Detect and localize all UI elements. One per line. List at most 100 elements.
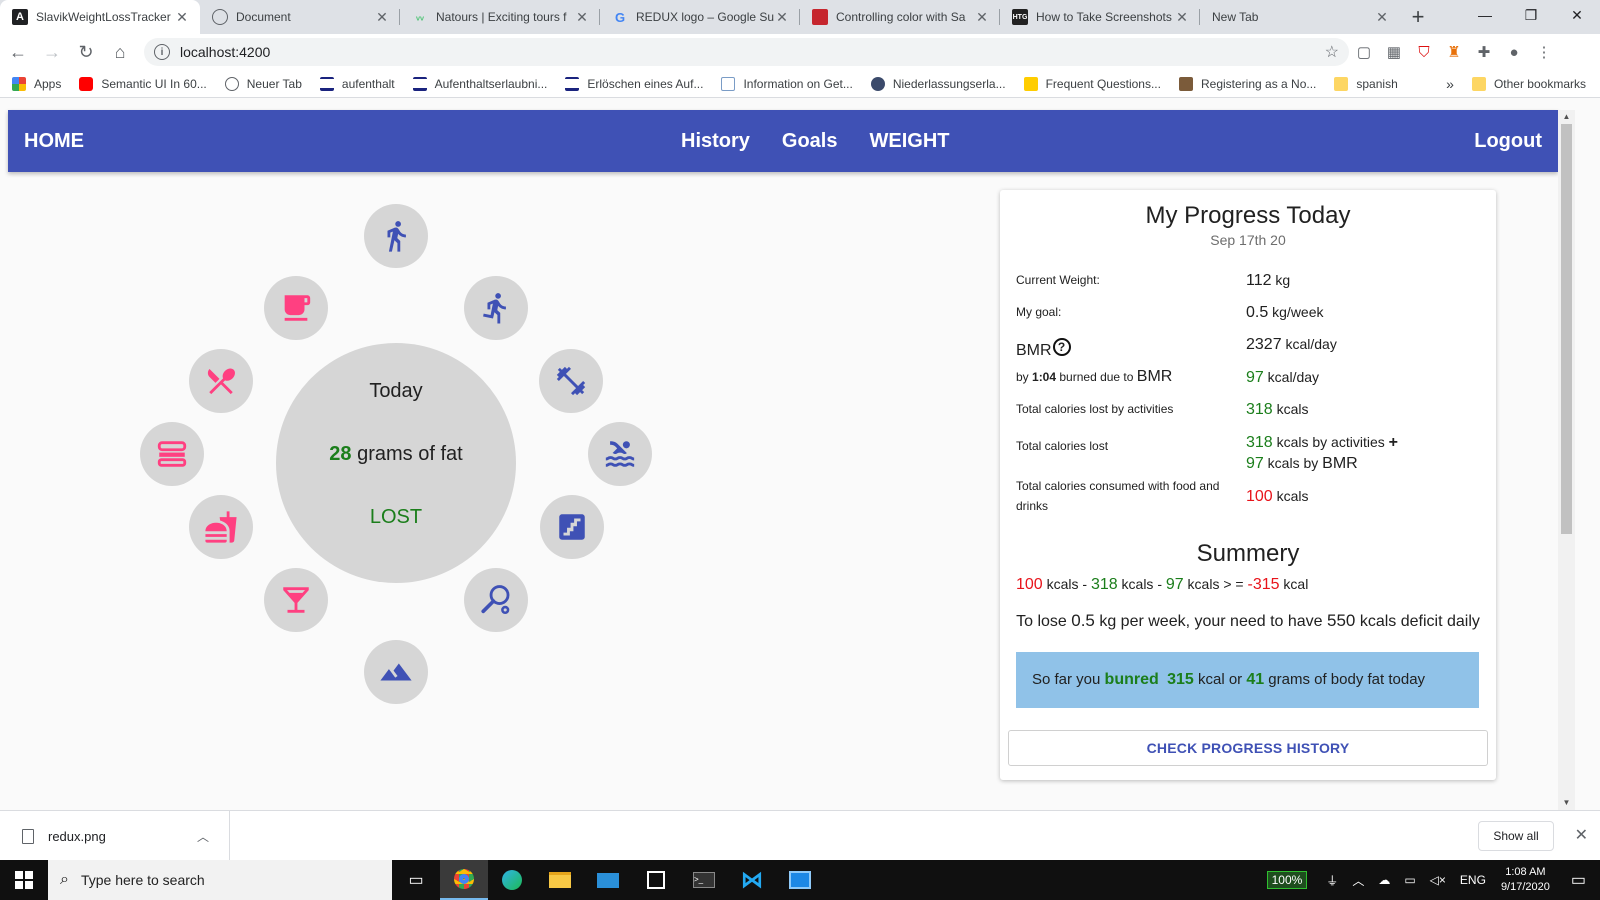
bookmark-item[interactable]: spanish (1334, 76, 1398, 91)
hiking-activity-button[interactable] (364, 640, 428, 704)
tab-close-icon[interactable]: ✕ (1174, 9, 1190, 26)
meal-activity-button[interactable] (140, 422, 204, 486)
shield-icon[interactable]: ⛉ (1409, 37, 1439, 67)
run-activity-button[interactable] (464, 276, 528, 340)
chevron-up-icon[interactable]: ︿ (197, 828, 209, 845)
window-close-icon[interactable]: ✕ (1554, 0, 1600, 30)
battery-indicator[interactable]: 100% (1266, 871, 1308, 889)
nav-goals[interactable]: Goals (782, 130, 838, 153)
page-scrollbar[interactable]: ▲ ▼ (1558, 110, 1575, 810)
swim-activity-button[interactable] (588, 422, 652, 486)
browser-tab[interactable]: Controlling color with Sa ✕ (800, 0, 1000, 34)
clock[interactable]: 1:08 AM 9/17/2020 (1501, 865, 1550, 895)
photos-icon[interactable] (776, 860, 824, 900)
walk-activity-button[interactable] (364, 204, 428, 268)
new-tab-plus-icon[interactable]: + (1400, 0, 1436, 34)
download-item[interactable]: redux.png ︿ (0, 811, 230, 861)
fastfood-icon (205, 511, 237, 543)
tab-close-icon[interactable]: ✕ (974, 9, 990, 26)
text: kcal or (1193, 671, 1247, 688)
tab-close-icon[interactable]: ✕ (574, 9, 590, 26)
taskbar-search[interactable]: ⌕ Type here to search (48, 860, 392, 900)
scroll-down-arrow-icon[interactable]: ▼ (1558, 796, 1575, 810)
edge-icon[interactable] (488, 860, 536, 900)
fastfood-activity-button[interactable] (189, 495, 253, 559)
notifications-icon[interactable]: ▭ (1571, 870, 1586, 890)
tennis-activity-button[interactable] (464, 568, 528, 632)
vscode-icon[interactable]: ⋈ (728, 860, 776, 900)
breakfast-activity-button[interactable] (264, 276, 328, 340)
scroll-up-arrow-icon[interactable]: ▲ (1558, 110, 1575, 124)
menu-kebab-icon[interactable]: ⋮ (1529, 37, 1559, 67)
tab-close-icon[interactable]: ✕ (774, 9, 790, 26)
bookmark-item[interactable]: Frequent Questions... (1023, 76, 1161, 91)
bookmark-item[interactable]: Erlöschen eines Auf... (565, 76, 703, 91)
bookmark-star-icon[interactable]: ☆ (1325, 42, 1339, 62)
windows-start-icon[interactable] (0, 860, 48, 900)
forward-arrow-icon[interactable]: → (36, 36, 68, 68)
bookmark-item[interactable]: Apps (12, 76, 61, 91)
speaker-muted-icon[interactable]: ◁× (1430, 873, 1446, 887)
extension-icon[interactable]: ♜ (1439, 37, 1469, 67)
chevron-up-icon[interactable]: ︿ (1352, 872, 1364, 889)
close-icon[interactable]: ✕ (1575, 825, 1588, 845)
browser-tab[interactable]: G REDUX logo – Google Su ✕ (600, 0, 800, 34)
bookmark-item[interactable]: Neuer Tab (224, 76, 302, 91)
restaurant-activity-button[interactable] (189, 349, 253, 413)
tab-title: Document (236, 10, 291, 24)
home-icon[interactable]: ⌂ (104, 36, 136, 68)
show-all-button[interactable]: Show all (1478, 821, 1554, 851)
address-bar[interactable]: i localhost:4200 ☆ (144, 38, 1349, 66)
tab-close-icon[interactable]: ✕ (174, 9, 190, 26)
gym-activity-button[interactable] (539, 349, 603, 413)
chrome-icon[interactable] (440, 860, 488, 900)
nav-history[interactable]: History (681, 130, 750, 153)
bookmark-item[interactable]: Aufenthaltserlaubni... (412, 76, 548, 91)
bookmark-item[interactable]: Niederlassungserla... (870, 76, 1006, 91)
stairs-activity-button[interactable] (540, 495, 604, 559)
nav-weight[interactable]: WEIGHT (869, 130, 949, 153)
bookmark-label: Aufenthaltserlaubni... (434, 76, 548, 91)
help-circle-icon[interactable]: ? (1052, 338, 1071, 356)
bookmark-item[interactable]: aufenthalt (319, 76, 395, 91)
minimize-icon[interactable]: — (1462, 0, 1508, 30)
bookmark-item[interactable]: Semantic UI In 60... (79, 76, 207, 91)
browser-tab[interactable]: New Tab ✕ (1200, 0, 1400, 34)
bookmarks-overflow-chevron-icon[interactable]: » (1446, 76, 1454, 92)
tab-close-icon[interactable]: ✕ (1374, 9, 1390, 26)
tab-close-icon[interactable]: ✕ (374, 9, 390, 26)
onedrive-cloud-icon[interactable]: ☁ (1378, 873, 1390, 887)
building-icon (319, 76, 334, 91)
mail-icon[interactable] (584, 860, 632, 900)
puzzle-icon[interactable]: ✚ (1469, 37, 1499, 67)
power-plug-icon[interactable]: ⏚ (1326, 872, 1338, 889)
drink-activity-button[interactable] (264, 568, 328, 632)
back-arrow-icon[interactable]: ← (2, 36, 34, 68)
browser-tab[interactable]: HTG How to Take Screenshots ✕ (1000, 0, 1200, 34)
home-link[interactable]: HOME (24, 130, 84, 153)
file-explorer-icon[interactable] (536, 860, 584, 900)
other-bookmarks[interactable]: Other bookmarks (1471, 77, 1586, 91)
site-info-icon[interactable]: i (154, 44, 170, 60)
check-progress-history-button[interactable]: CHECK PROGRESS HISTORY (1008, 730, 1488, 766)
lost-bmr-number: 97 (1246, 455, 1264, 472)
scrollbar-thumb[interactable] (1561, 124, 1572, 534)
extension-icon[interactable]: ▢ (1349, 37, 1379, 67)
bookmark-item[interactable]: Information on Get... (721, 76, 853, 91)
activities-label: Total calories lost by activities (1016, 402, 1174, 416)
task-view-icon[interactable]: ▭ (392, 860, 440, 900)
language-indicator[interactable]: ENG (1460, 873, 1486, 887)
battery-icon[interactable]: ▭ (1404, 873, 1415, 887)
browser-tab[interactable]: Document ✕ (200, 0, 400, 34)
logout-link[interactable]: Logout (1474, 130, 1542, 153)
store-icon[interactable] (632, 860, 680, 900)
url-text: localhost:4200 (180, 44, 271, 60)
reload-icon[interactable]: ↻ (70, 36, 102, 68)
browser-tab[interactable]: ᵥᵥ Natours | Exciting tours f ✕ (400, 0, 600, 34)
extension-icon[interactable]: ▦ (1379, 37, 1409, 67)
profile-avatar-icon[interactable]: ● (1499, 37, 1529, 67)
terminal-icon[interactable]: >_ (680, 860, 728, 900)
bookmark-item[interactable]: Registering as a No... (1178, 76, 1316, 91)
restore-icon[interactable]: ❐ (1508, 0, 1554, 30)
browser-tab[interactable]: A SlavikWeightLossTracker ✕ (0, 0, 200, 34)
